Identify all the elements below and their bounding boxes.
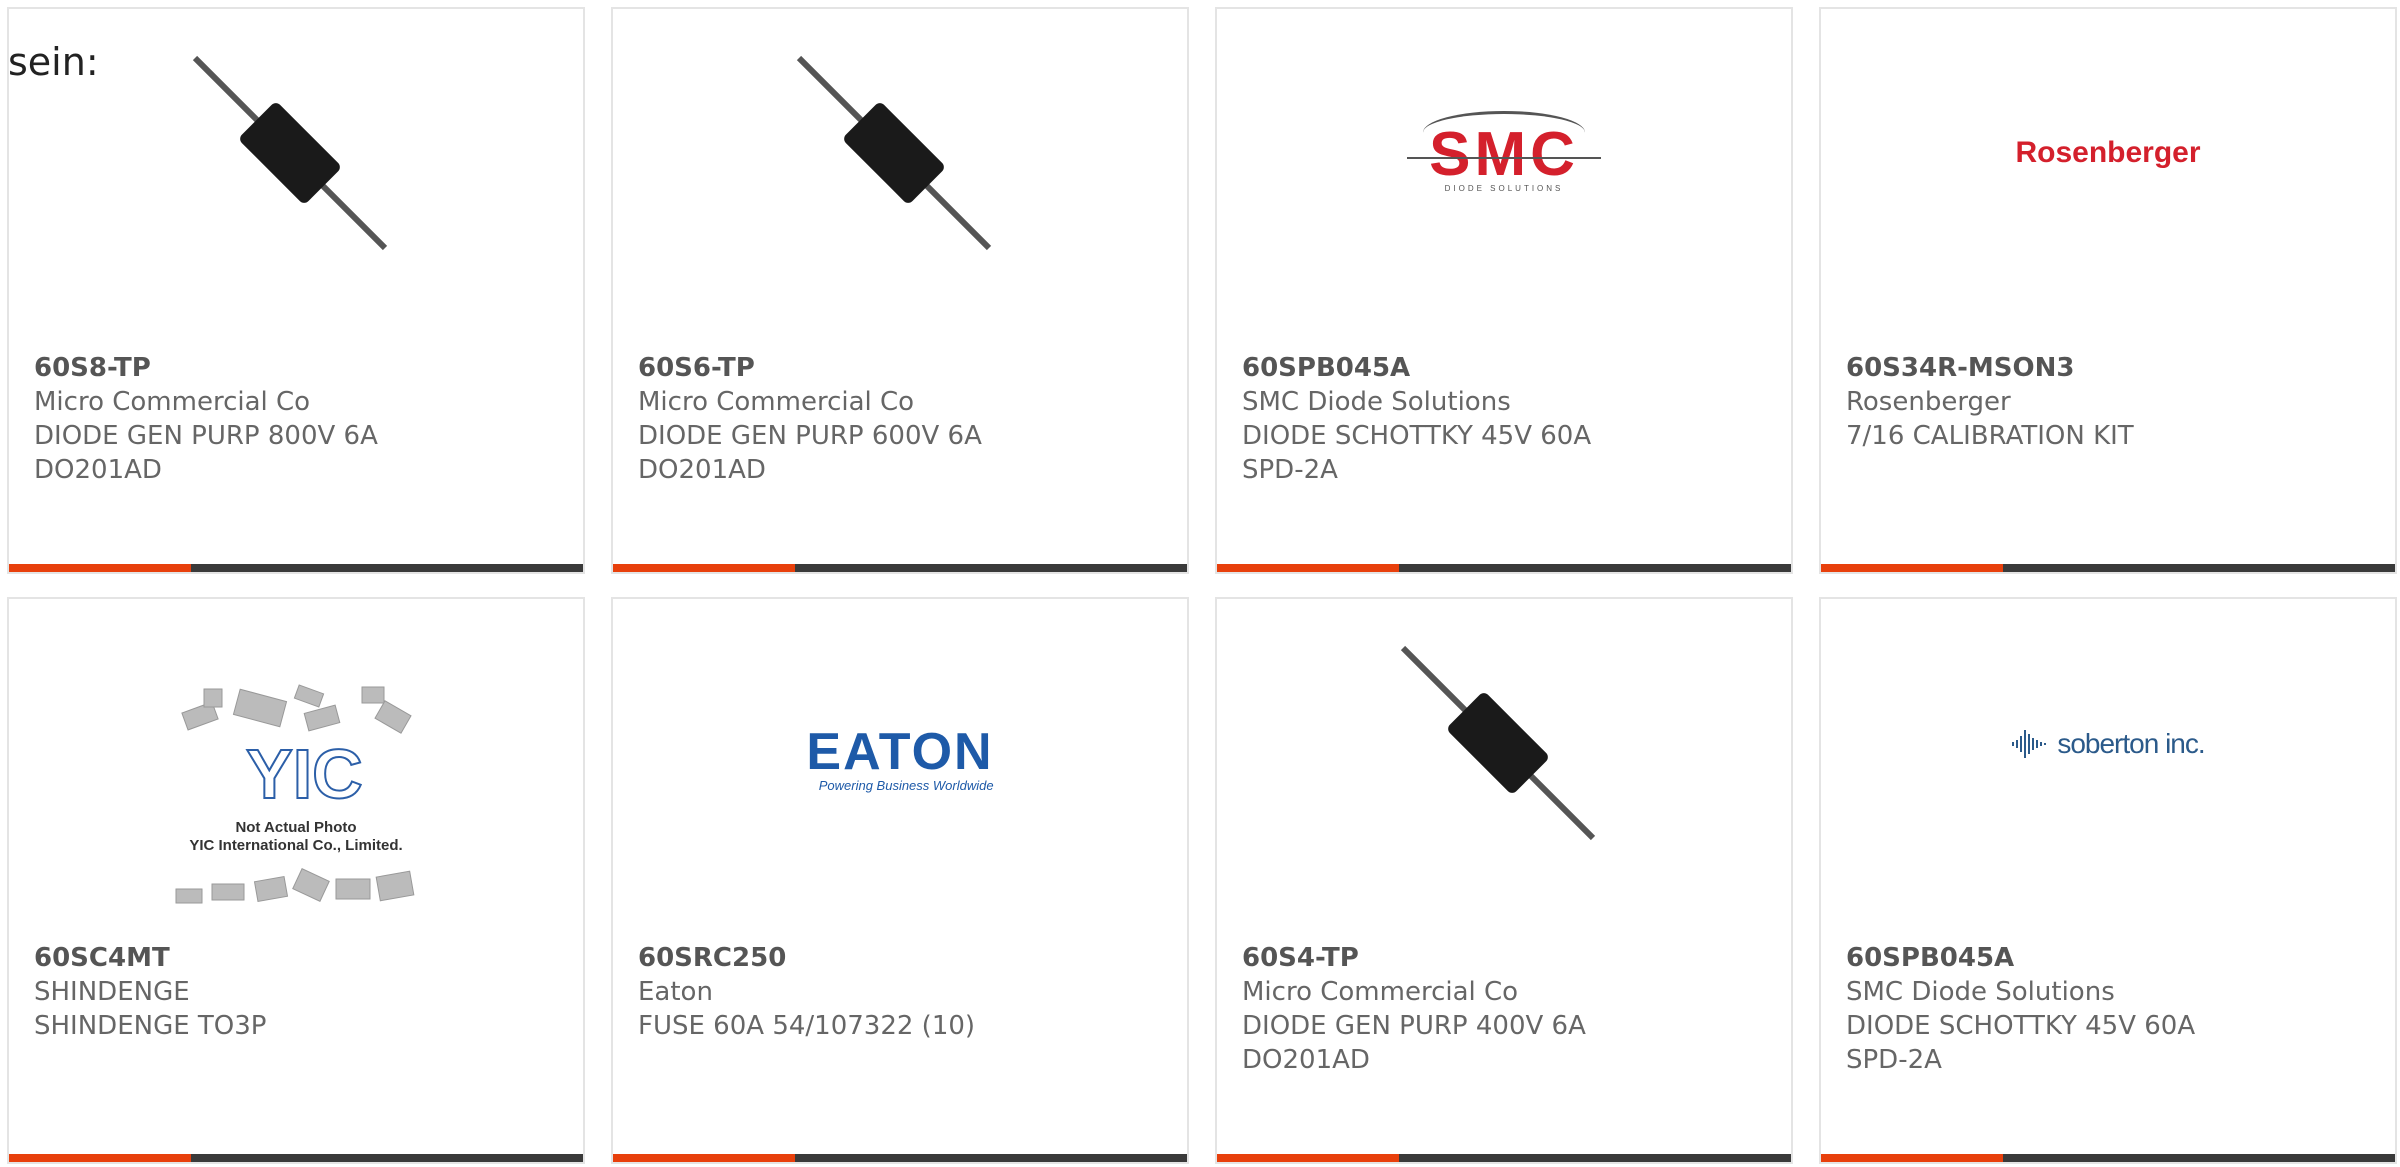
description: DIODE GEN PURP 800V 6A DO201AD [34,421,378,485]
axial-diode-icon [192,55,388,251]
sound-wave-icon [2012,730,2047,758]
card-bar-accent [1821,564,2003,572]
product-image[interactable]: Rosenberger [1821,9,2395,349]
description: DIODE SCHOTTKY 45V 60A SPD-2A [1242,421,1592,485]
card-bar [1821,1154,2395,1162]
card-bar [9,1154,583,1162]
product-image[interactable]: EATON Powering Business Worldwide [613,599,1187,939]
product-card[interactable]: Rosenberger 60S34R-MSON3 Rosenberger 7/1… [1819,7,2397,574]
product-info: 60S4-TP Micro Commercial Co DIODE GEN PU… [1242,941,1642,1077]
yic-mark: YIC [245,735,364,813]
part-number[interactable]: 60SPB045A [1846,941,2246,975]
eaton-logo-word: EATON [806,722,994,781]
part-number[interactable]: 60SC4MT [34,941,434,975]
part-number[interactable]: 60S34R-MSON3 [1846,351,2246,385]
description: SHINDENGE TO3P [34,1011,267,1041]
eaton-logo-tagline: Powering Business Worldwide [818,777,994,793]
axial-diode-icon [1400,645,1596,841]
card-bar-accent [1217,1154,1399,1162]
product-card[interactable]: 60S8-TP Micro Commercial Co DIODE GEN PU… [7,7,585,574]
part-number[interactable]: 60SRC250 [638,941,1038,975]
description: DIODE GEN PURP 600V 6A DO201AD [638,421,982,485]
part-number[interactable]: 60S4-TP [1242,941,1642,975]
product-card[interactable]: 60S6-TP Micro Commercial Co DIODE GEN PU… [611,7,1189,574]
smc-logo-arc [1423,111,1585,154]
product-card[interactable]: 60S4-TP Micro Commercial Co DIODE GEN PU… [1215,597,1793,1164]
card-bar-accent [1821,1154,2003,1162]
card-bar [9,564,583,572]
product-card[interactable]: EATON Powering Business Worldwide 60SRC2… [611,597,1189,1164]
description: 7/16 CALIBRATION KIT [1846,421,2134,451]
product-info: 60S6-TP Micro Commercial Co DIODE GEN PU… [638,351,1038,487]
manufacturer: Micro Commercial Co [34,387,311,417]
smc-logo: SMC DIODE SOLUTIONS [1407,111,1601,193]
card-bar-accent [1217,564,1399,572]
soberton-logo: soberton inc. [2011,728,2206,760]
part-number[interactable]: 60S8-TP [34,351,434,385]
product-image[interactable] [1217,599,1791,939]
eaton-logo: EATON Powering Business Worldwide [806,726,993,793]
manufacturer: SMC Diode Solutions [1846,977,2115,1007]
manufacturer: Rosenberger [1846,387,2011,417]
yic-caption-line2: YIC International Co., Limited. [189,837,403,854]
product-info: 60SPB045A SMC Diode Solutions DIODE SCHO… [1242,351,1642,487]
product-card[interactable]: SMC DIODE SOLUTIONS 60SPB045A SMC Diode … [1215,7,1793,574]
card-bar [1217,1154,1791,1162]
part-number[interactable]: 60S6-TP [638,351,1038,385]
description: DIODE SCHOTTKY 45V 60A SPD-2A [1846,1011,2196,1075]
smc-logo-sub: DIODE SOLUTIONS [1444,184,1564,193]
card-bar-accent [613,1154,795,1162]
card-bar [613,1154,1187,1162]
card-bar-accent [9,564,191,572]
card-bar-accent [613,564,795,572]
card-bar-accent [9,1154,191,1162]
product-grid-page: sein: 60S8-TP Micro Commercial Co DIODE … [0,0,2400,1167]
product-image[interactable]: soberton inc. [1821,599,2395,939]
description: DIODE GEN PURP 400V 6A DO201AD [1242,1011,1586,1075]
product-card[interactable]: soberton inc. 60SPB045A SMC Diode Soluti… [1819,597,2397,1164]
product-image[interactable] [613,9,1187,349]
manufacturer: SHINDENGE [34,977,190,1007]
manufacturer: Micro Commercial Co [638,387,915,417]
product-info: 60S34R-MSON3 Rosenberger 7/16 CALIBRATIO… [1846,351,2246,453]
manufacturer: SMC Diode Solutions [1242,387,1511,417]
product-image[interactable]: SMC DIODE SOLUTIONS [1217,9,1791,349]
card-bar [1217,564,1791,572]
manufacturer: Micro Commercial Co [1242,977,1519,1007]
description: FUSE 60A 54/107322 (10) [638,1011,976,1041]
yic-placeholder-image: YIC Not Actual Photo YIC International C… [156,679,436,919]
yic-caption-line1: Not Actual Photo [235,819,357,836]
product-info: 60S8-TP Micro Commercial Co DIODE GEN PU… [34,351,434,487]
card-bar [613,564,1187,572]
intro-text: sein: [8,40,99,84]
axial-diode-icon [796,55,992,251]
manufacturer: Eaton [638,977,713,1007]
rosenberger-logo: Rosenberger [2015,136,2201,169]
smc-logo-line [1407,157,1601,159]
product-info: 60SRC250 Eaton FUSE 60A 54/107322 (10) [638,941,1038,1043]
part-number[interactable]: 60SPB045A [1242,351,1642,385]
product-info: 60SC4MT SHINDENGE SHINDENGE TO3P [34,941,434,1043]
product-info: 60SPB045A SMC Diode Solutions DIODE SCHO… [1846,941,2246,1077]
card-bar [1821,564,2395,572]
product-grid: 60S8-TP Micro Commercial Co DIODE GEN PU… [7,7,2400,1167]
soberton-logo-text: soberton inc. [2057,728,2205,759]
product-card[interactable]: YIC Not Actual Photo YIC International C… [7,597,585,1164]
product-image[interactable]: YIC Not Actual Photo YIC International C… [9,599,583,939]
